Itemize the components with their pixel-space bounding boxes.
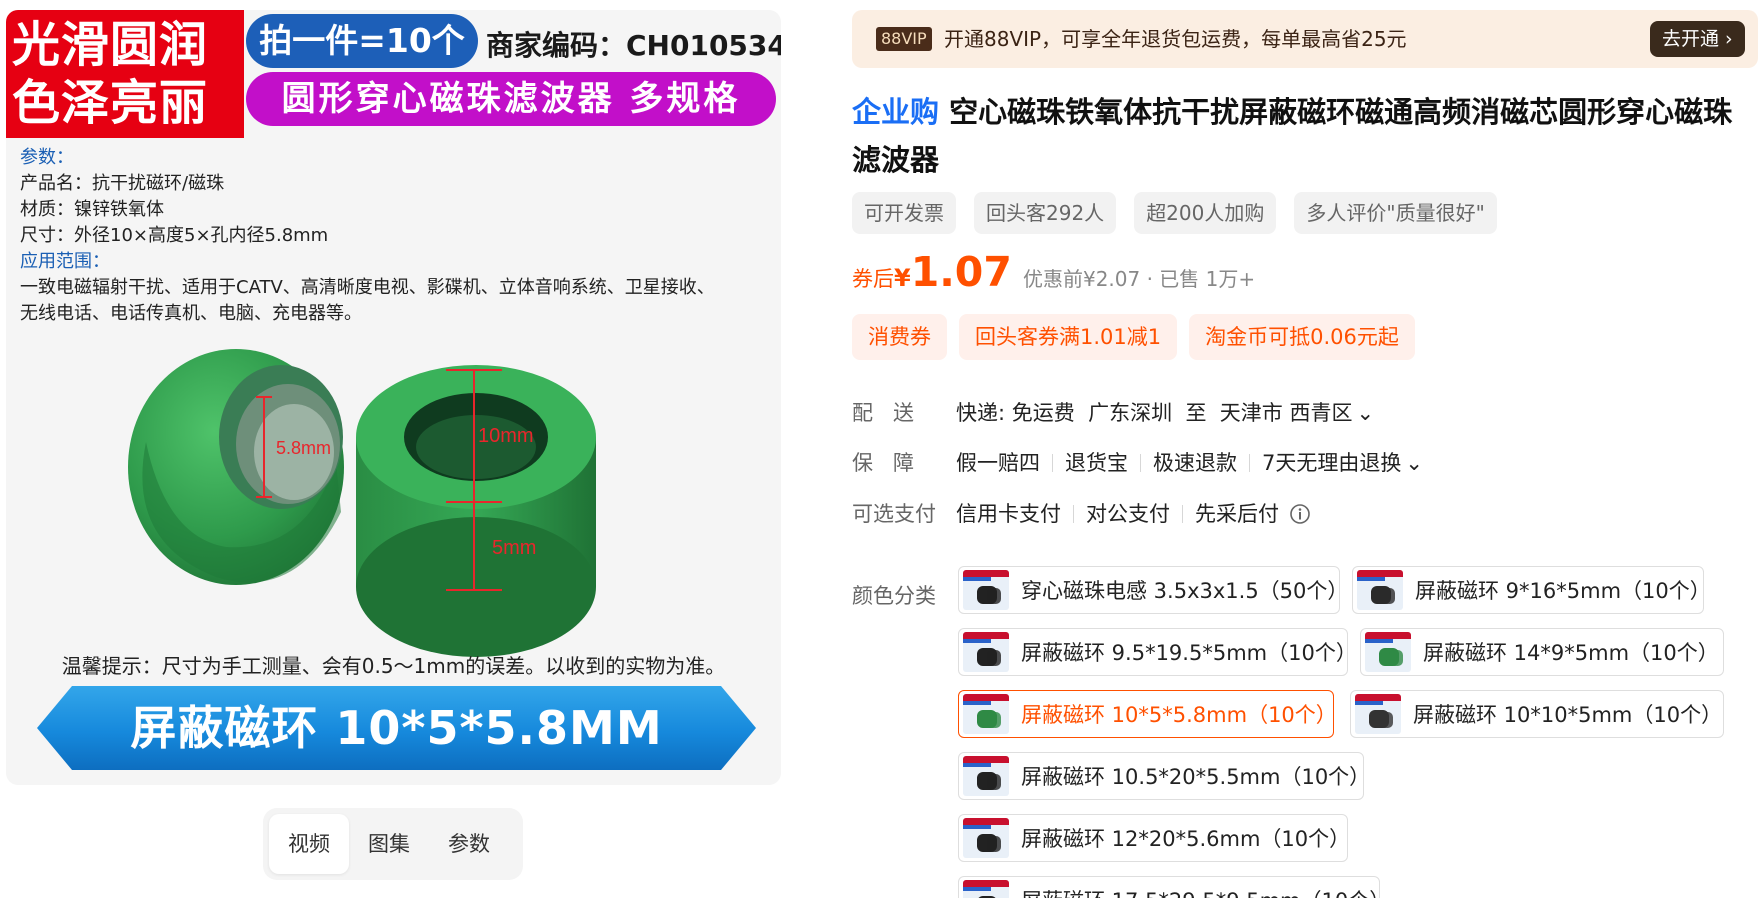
sku-label: 屏蔽磁环 17.5*29.5*9.5mm（10个） [1021, 885, 1379, 898]
tag-reviews[interactable]: 多人评价"质量很好" [1294, 192, 1497, 234]
delivery-label: 配送 [852, 401, 934, 425]
sku-thumbnail [963, 818, 1009, 858]
spec-line: 材质：镍锌铁氧体 [20, 199, 164, 220]
sku-label: 穿心磁珠电感 3.5x3x1.5（50个） [1021, 579, 1340, 603]
currency-symbol: ¥ [894, 264, 911, 292]
right-ring [356, 365, 596, 657]
measurement-tip: 温馨提示：尺寸为手工测量、会有0.5～1mm的误差。以收到的实物为准。 [61, 654, 726, 678]
price-row: 券后¥1.07 优惠前¥2.07 · 已售 1万+ [852, 248, 1255, 298]
payment-item: 信用卡支付 [956, 502, 1061, 526]
tag-added-to-cart: 超200人加购 [1134, 192, 1277, 234]
promo-red-line-2: 色泽亮丽 [12, 75, 209, 131]
sku-label: 屏蔽磁环 10*5*5.8mm（10个） [1021, 703, 1334, 727]
sku-thumbnail [963, 756, 1009, 796]
sku-option[interactable]: 屏蔽磁环 10*10*5mm（10个） [1350, 690, 1724, 738]
chevron-down-icon: ⌄ [1356, 401, 1375, 425]
coupon-consumer[interactable]: 消费券 [852, 314, 947, 360]
sku-option[interactable]: 屏蔽磁环 10*5*5.8mm（10个） [958, 690, 1334, 738]
size-banner-text: 屏蔽磁环 10*5*5.8MM [130, 701, 663, 755]
sku-option[interactable]: 穿心磁珠电感 3.5x3x1.5（50个） [958, 566, 1340, 614]
sku-thumbnail [963, 570, 1009, 610]
promo-red-block: 光滑圆润 色泽亮丽 [6, 10, 244, 138]
sku-thumbnail [963, 632, 1009, 672]
guarantee-item: 假一赔四 [956, 451, 1040, 475]
promo-blue-pill: 拍一件=10个 [246, 14, 478, 68]
enterprise-purchase-tag[interactable]: 企业购 [852, 95, 939, 129]
tab-gallery[interactable]: 图集 [349, 814, 429, 874]
original-price-sales: 优惠前¥2.07 · 已售 1万+ [1022, 267, 1256, 291]
sku-label: 屏蔽磁环 14*9*5mm（10个） [1423, 641, 1719, 665]
delivery-info[interactable]: 快递: 免运费 广东深圳 至 天津市 西青区 ⌄ [956, 398, 1374, 428]
sku-thumbnail [963, 694, 1009, 734]
sku-option[interactable]: 屏蔽磁环 17.5*29.5*9.5mm（10个） [958, 876, 1380, 898]
guarantee-dropdown[interactable]: 7天无理由退换 ⌄ [1262, 448, 1423, 478]
payment-item: 对公支付 [1086, 502, 1170, 526]
payment-item: 先采后付 [1195, 502, 1279, 526]
left-ring [128, 349, 344, 585]
sku-option[interactable]: 屏蔽磁环 9*16*5mm（10个） [1352, 566, 1704, 614]
sku-thumbnail [963, 880, 1009, 898]
spec-line: 一致电磁辐射干扰、适用于CATV、高清晰度电视、影碟机、立体音响系统、卫星接收、 [20, 277, 715, 298]
guarantee-item: 极速退款 [1153, 451, 1237, 475]
sku-label: 屏蔽磁环 9.5*19.5*5mm（10个） [1021, 641, 1348, 665]
divider [1140, 454, 1141, 472]
product-title: 企业购 空心磁珠铁氧体抗干扰屏蔽磁环磁通高频消磁芯圆形穿心磁珠滤波器 [852, 88, 1756, 184]
sku-thumbnail [1357, 570, 1403, 610]
spec-heading: 应用范围： [20, 251, 110, 272]
vip-promo-bar: 88VIP 开通88VIP，可享全年退货包运费，每单最高省25元 去开通 › [852, 10, 1758, 68]
merchant-code: 商家编码：CH010534 [486, 29, 781, 62]
dim-height-label: 5mm [492, 537, 536, 559]
payment-label: 可选支付 [852, 502, 936, 526]
divider [1052, 454, 1053, 472]
sku-option[interactable]: 屏蔽磁环 9.5*19.5*5mm（10个） [958, 628, 1348, 676]
guarantee-label: 保障 [852, 451, 934, 475]
chevron-down-icon: ⌄ [1405, 451, 1423, 475]
guarantee-row: 保障 假一赔四 退货宝 极速退款 7天无理由退换 ⌄ [852, 448, 1423, 478]
price-value: 1.07 [910, 248, 1012, 296]
sku-option[interactable]: 屏蔽磁环 12*20*5.6mm（10个） [958, 814, 1348, 862]
sku-label: 屏蔽磁环 10*10*5mm（10个） [1413, 703, 1723, 727]
sku-thumbnail [1355, 694, 1401, 734]
product-tags: 可开发票 回头客292人 超200人加购 多人评价"质量很好" [852, 192, 1497, 234]
tag-invoice: 可开发票 [852, 192, 956, 234]
spec-line: 尺寸：外径10×高度5×孔内径5.8mm [20, 225, 329, 246]
magnetic-rings-illustration: 5.8mm 10mm 5mm [128, 349, 596, 657]
coupon-returning[interactable]: 回头客券满1.01减1 [959, 314, 1178, 360]
tab-video[interactable]: 视频 [269, 814, 349, 874]
spec-text: 参数： 产品名：抗干扰磁环/磁珠 材质：镍锌铁氧体尺寸：外径10×高度5×孔内径5.… [20, 145, 775, 327]
spec-heading: 参数： [20, 147, 74, 168]
coupon-list: 消费券 回头客券满1.01减1 淘金币可抵0.06元起 [852, 314, 1415, 360]
divider [1249, 454, 1250, 472]
divider [1073, 505, 1074, 523]
guarantee-item: 7天无理由退换 [1262, 451, 1402, 475]
delivery-row: 配送 快递: 免运费 广东深圳 至 天津市 西青区 ⌄ [852, 398, 1374, 428]
tag-repeat-customers: 回头客292人 [974, 192, 1117, 234]
sku-option[interactable]: 屏蔽磁环 10.5*20*5.5mm（10个） [958, 752, 1364, 800]
product-title-text: 空心磁珠铁氧体抗干扰屏蔽磁环磁通高频消磁芯圆形穿心磁珠滤波器 [852, 95, 1733, 177]
sku-option[interactable]: 屏蔽磁环 14*9*5mm（10个） [1360, 628, 1724, 676]
dim-outer-label: 10mm [478, 425, 534, 447]
sku-label: 屏蔽磁环 9*16*5mm（10个） [1415, 579, 1704, 603]
info-icon[interactable] [1289, 503, 1311, 525]
dim-inner-label: 5.8mm [276, 438, 331, 458]
payment-row: 可选支付 信用卡支付 对公支付 先采后付 [852, 499, 1311, 529]
vip-promo-text: 开通88VIP，可享全年退货包运费，每单最高省25元 [944, 27, 1407, 51]
product-main-image[interactable]: 光滑圆润 色泽亮丽 拍一件=10个 商家编码：CH010534 圆形穿心磁珠滤波… [6, 10, 781, 785]
sku-thumbnail [1365, 632, 1411, 672]
guarantee-item: 退货宝 [1065, 451, 1128, 475]
divider [1182, 505, 1183, 523]
price-label: 券后 [852, 267, 894, 291]
coupon-taojinbi[interactable]: 淘金币可抵0.06元起 [1189, 314, 1415, 360]
sku-label: 屏蔽磁环 10.5*20*5.5mm（10个） [1021, 765, 1364, 789]
tab-params[interactable]: 参数 [429, 814, 509, 874]
color-category-label: 颜色分类 [852, 584, 936, 608]
delivery-text: 快递: 免运费 广东深圳 至 天津市 西青区 [956, 401, 1353, 425]
spec-line: 产品名：抗干扰磁环/磁珠 [20, 173, 225, 194]
vip-open-button[interactable]: 去开通 › [1650, 21, 1745, 57]
promo-red-line-1: 光滑圆润 [12, 17, 209, 73]
promo-purple-pill: 圆形穿心磁珠滤波器 多规格 [246, 72, 776, 126]
media-tabs: 视频 图集 参数 [263, 808, 523, 880]
sku-label: 屏蔽磁环 12*20*5.6mm（10个） [1021, 827, 1348, 851]
vip-badge: 88VIP [876, 27, 932, 51]
